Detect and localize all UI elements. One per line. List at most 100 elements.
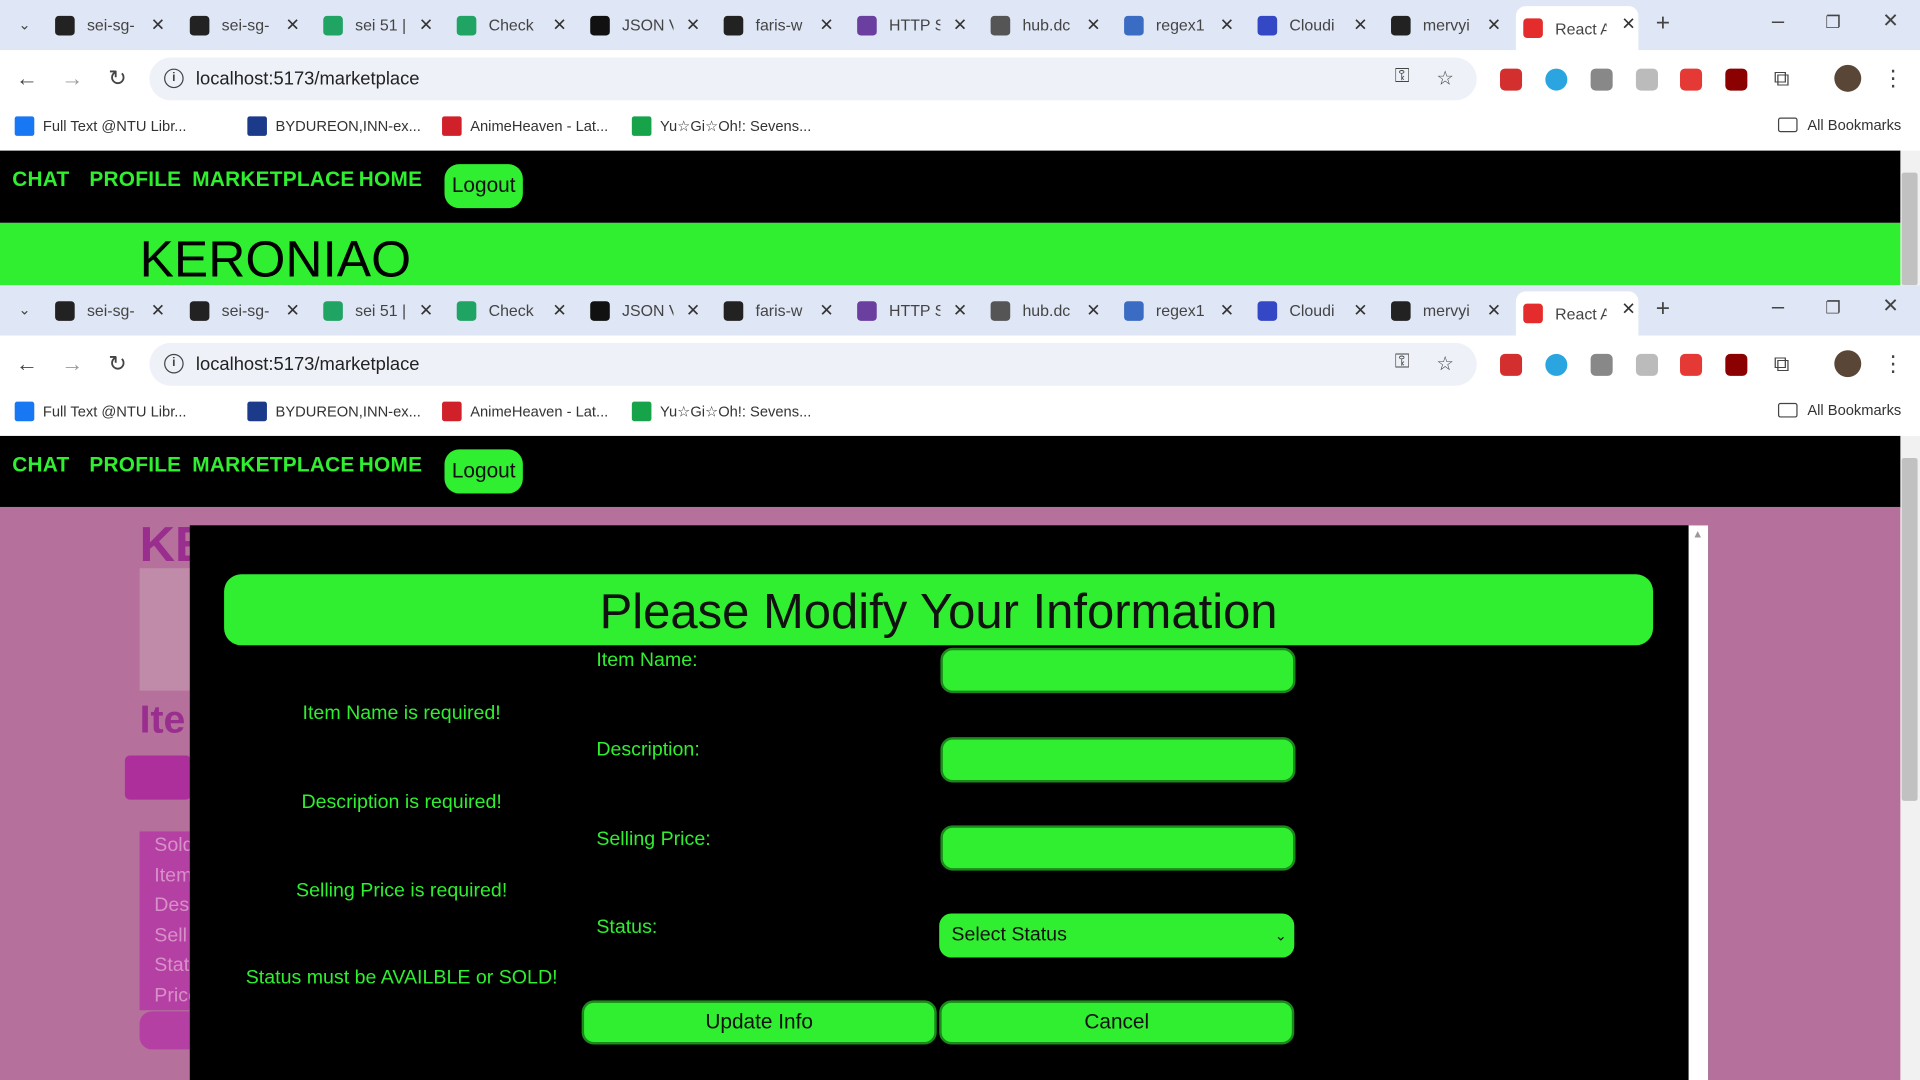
nav-marketplace[interactable]: MARKETPLACE <box>192 453 354 477</box>
browser-tab[interactable]: HTTP S ✕ <box>857 7 970 43</box>
extension-3-icon[interactable] <box>1590 68 1613 91</box>
key-icon[interactable]: ⚿ <box>1395 66 1410 88</box>
close-tab-icon[interactable]: ✕ <box>283 15 303 36</box>
browser-tab[interactable]: sei 51 | ✕ <box>323 7 436 43</box>
address-bar[interactable]: i localhost:5173/marketplace ⚿ ☆ <box>149 342 1477 386</box>
ublock-icon[interactable] <box>1725 353 1748 376</box>
extension-5-icon[interactable] <box>1680 353 1703 376</box>
browser-tab[interactable]: HTTP S ✕ <box>857 293 970 329</box>
close-tab-icon[interactable]: ✕ <box>683 15 703 36</box>
browser-tab[interactable]: Check ✕ <box>456 7 570 43</box>
bookmark-item[interactable]: Full Text @NTU Libr... <box>14 401 187 422</box>
browser-tab[interactable]: hub.dc ✕ <box>990 293 1104 329</box>
browser-tab[interactable]: sei-sg- ✕ <box>189 293 303 329</box>
browser-tab[interactable]: regex1 ✕ <box>1124 293 1237 329</box>
bookmark-item[interactable]: Full Text @NTU Libr... <box>14 116 187 136</box>
status-select[interactable]: Select Status ⌄ <box>939 913 1295 958</box>
description-input[interactable] <box>940 737 1296 783</box>
close-tab-icon[interactable]: ✕ <box>1351 300 1371 321</box>
browser-tab[interactable]: mervyi ✕ <box>1391 293 1504 329</box>
ublock-icon[interactable] <box>1725 68 1748 91</box>
bookmark-item[interactable]: BYDUREON,INN-ex... <box>247 401 421 422</box>
close-tab-icon[interactable]: ✕ <box>148 15 168 36</box>
address-bar[interactable]: i localhost:5173/marketplace ⚿ ☆ <box>149 57 1477 101</box>
forward-icon[interactable]: → <box>60 351 84 375</box>
extension-4-icon[interactable] <box>1635 68 1658 91</box>
close-tab-icon[interactable]: ✕ <box>1619 299 1639 320</box>
nav-chat[interactable]: CHAT <box>12 168 69 192</box>
close-tab-icon[interactable]: ✕ <box>1084 300 1104 321</box>
new-tab-button[interactable]: + <box>1651 11 1675 35</box>
bookmark-item[interactable]: AnimeHeaven - Lat... <box>442 116 608 136</box>
page-scrollbar-top[interactable] <box>1900 150 1920 286</box>
tab-search-icon[interactable]: ⌄ <box>12 12 36 36</box>
extension-cloud-icon[interactable] <box>1545 353 1568 376</box>
update-info-button[interactable]: Update Info <box>581 1000 937 1045</box>
close-tab-icon[interactable]: ✕ <box>1619 13 1639 34</box>
extension-4-icon[interactable] <box>1635 353 1658 376</box>
close-tab-icon[interactable]: ✕ <box>1217 300 1237 321</box>
browser-tab[interactable]: regex1 ✕ <box>1124 7 1237 43</box>
close-tab-icon[interactable]: ✕ <box>550 300 570 321</box>
back-icon[interactable]: ← <box>15 66 39 90</box>
browser-tab[interactable]: React A ✕ <box>1515 6 1639 51</box>
nav-profile[interactable]: PROFILE <box>89 453 181 477</box>
new-tab-button[interactable]: + <box>1651 296 1675 320</box>
menu-kebab-icon[interactable]: ⋮ <box>1881 66 1905 90</box>
close-tab-icon[interactable]: ✕ <box>550 15 570 36</box>
close-tab-icon[interactable]: ✕ <box>1084 15 1104 36</box>
all-bookmarks-button[interactable]: All Bookmarks <box>1777 402 1901 419</box>
logout-button[interactable]: Logout <box>444 449 523 494</box>
close-tab-icon[interactable]: ✕ <box>416 15 436 36</box>
selling-price-input[interactable] <box>940 825 1296 871</box>
extension-3-icon[interactable] <box>1590 353 1613 376</box>
forward-icon[interactable]: → <box>60 66 84 90</box>
bookmark-item[interactable]: Yu☆Gi☆Oh!: Sevens... <box>631 401 811 422</box>
site-info-icon[interactable]: i <box>164 353 184 374</box>
browser-tab[interactable]: sei 51 | ✕ <box>323 293 436 329</box>
close-tab-icon[interactable]: ✕ <box>817 15 837 36</box>
scrollbar-thumb[interactable] <box>1901 457 1918 801</box>
close-tab-icon[interactable]: ✕ <box>1351 15 1371 36</box>
modal-scrollbar[interactable]: ▲ <box>1688 525 1709 1080</box>
menu-kebab-icon[interactable]: ⋮ <box>1881 351 1905 375</box>
minimize-icon[interactable]: – <box>1766 9 1790 33</box>
close-tab-icon[interactable]: ✕ <box>817 300 837 321</box>
browser-tab[interactable]: Cloudi ✕ <box>1257 293 1371 329</box>
star-icon[interactable]: ☆ <box>1436 351 1454 375</box>
extension-1-icon[interactable] <box>1500 68 1523 91</box>
close-tab-icon[interactable]: ✕ <box>950 300 970 321</box>
logout-button[interactable]: Logout <box>444 164 523 209</box>
minimize-icon[interactable]: – <box>1766 294 1790 318</box>
close-tab-icon[interactable]: ✕ <box>950 15 970 36</box>
avatar[interactable] <box>1834 64 1862 92</box>
tab-search-icon[interactable]: ⌄ <box>12 298 36 322</box>
extensions-puzzle-icon[interactable]: ⧉ <box>1769 66 1793 90</box>
browser-tab[interactable]: React A ✕ <box>1515 291 1639 336</box>
close-tab-icon[interactable]: ✕ <box>683 300 703 321</box>
browser-tab[interactable]: sei-sg- ✕ <box>55 7 168 43</box>
browser-tab[interactable]: sei-sg- ✕ <box>55 293 168 329</box>
bookmark-item[interactable]: Yu☆Gi☆Oh!: Sevens... <box>631 116 811 136</box>
browser-tab[interactable]: sei-sg- ✕ <box>189 7 303 43</box>
restore-icon[interactable]: ❐ <box>1821 295 1845 319</box>
browser-tab[interactable]: JSON V ✕ <box>590 293 703 329</box>
nav-marketplace[interactable]: MARKETPLACE <box>192 168 354 192</box>
site-info-icon[interactable]: i <box>164 68 184 89</box>
bookmark-item[interactable]: BYDUREON,INN-ex... <box>247 116 421 136</box>
avatar[interactable] <box>1834 350 1862 378</box>
close-tab-icon[interactable]: ✕ <box>283 300 303 321</box>
browser-tab[interactable]: hub.dc ✕ <box>990 7 1104 43</box>
browser-tab[interactable]: JSON V ✕ <box>590 7 703 43</box>
cancel-button[interactable]: Cancel <box>939 1000 1295 1045</box>
nav-home[interactable]: HOME <box>359 168 422 192</box>
reload-icon[interactable]: ↻ <box>105 351 129 375</box>
close-tab-icon[interactable]: ✕ <box>416 300 436 321</box>
browser-tab[interactable]: Cloudi ✕ <box>1257 7 1371 43</box>
close-window-icon[interactable]: ✕ <box>1878 295 1902 319</box>
bookmark-item[interactable]: AnimeHeaven - Lat... <box>442 401 608 422</box>
restore-icon[interactable]: ❐ <box>1821 10 1845 34</box>
nav-home[interactable]: HOME <box>359 453 422 477</box>
extension-1-icon[interactable] <box>1500 353 1523 376</box>
close-tab-icon[interactable]: ✕ <box>1484 15 1504 36</box>
